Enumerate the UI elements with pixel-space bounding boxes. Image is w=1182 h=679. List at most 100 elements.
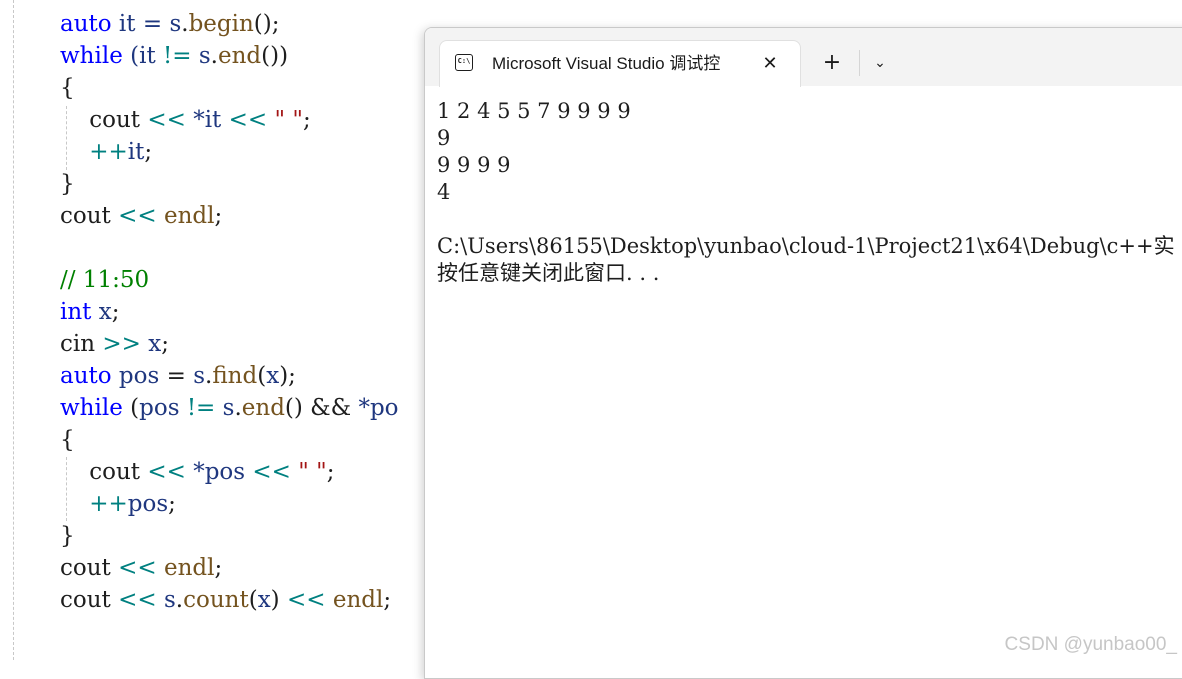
- code-token: cout: [60, 459, 148, 485]
- code-token: cin: [60, 331, 103, 357]
- code-token: (: [248, 587, 258, 613]
- code-token: <<: [252, 459, 291, 485]
- code-token: int: [60, 299, 92, 325]
- code-line: // 11:50: [60, 264, 149, 296]
- code-token: s: [156, 587, 176, 613]
- code-token: );: [279, 363, 296, 389]
- code-token: pos: [111, 363, 160, 389]
- chevron-down-icon[interactable]: ⌄: [865, 48, 895, 78]
- new-tab-button[interactable]: +: [817, 48, 847, 78]
- code-token: cout: [60, 203, 119, 229]
- code-line: cout << *it << " ";: [60, 104, 311, 136]
- code-line: cout << endl;: [60, 200, 222, 232]
- code-token: !=: [186, 395, 216, 421]
- code-line: cin >> x;: [60, 328, 169, 360]
- code-token: endl: [156, 555, 215, 581]
- code-token: ;: [302, 107, 311, 133]
- terminal-icon: C:\: [455, 54, 473, 71]
- code-token: <<: [228, 107, 268, 133]
- code-token: *po: [358, 395, 399, 421]
- code-token: s: [193, 363, 206, 389]
- code-line: }: [60, 520, 75, 552]
- console-line: 按任意键关闭此窗口. . .: [437, 261, 660, 285]
- code-token: endl: [156, 203, 215, 229]
- code-token: it =: [111, 11, 170, 37]
- code-token: x: [257, 587, 271, 613]
- console-line: 1 2 4 5 5 7 9 9 9 9: [437, 99, 631, 123]
- code-line: cout << endl;: [60, 552, 222, 584]
- code-token: auto: [60, 363, 112, 389]
- code-token: ;: [168, 491, 176, 517]
- code-token: <<: [118, 555, 157, 581]
- watermark: CSDN @yunbao00_: [1004, 634, 1177, 655]
- code-token: pos: [139, 395, 180, 421]
- code-token: pos: [127, 491, 169, 517]
- code-token: () &&: [284, 395, 359, 421]
- code-token: .: [181, 11, 189, 37]
- console-line: 4: [437, 180, 451, 204]
- code-token: x: [140, 331, 162, 357]
- code-token: (: [257, 363, 267, 389]
- code-token: " ": [274, 107, 303, 133]
- code-token: (it: [122, 43, 164, 69]
- code-line: while (pos != s.end() && *po: [60, 392, 399, 424]
- code-token: (: [122, 395, 140, 421]
- code-line: auto pos = s.find(x);: [60, 360, 296, 392]
- code-line: {: [60, 72, 75, 104]
- code-token: ;: [161, 331, 169, 357]
- code-token: *pos: [193, 459, 246, 485]
- code-token: s: [191, 43, 211, 69]
- close-tab-icon[interactable]: ✕: [758, 52, 782, 76]
- code-token: end: [241, 395, 285, 421]
- code-token: <<: [118, 587, 157, 613]
- code-token: ;: [383, 587, 392, 613]
- code-line: cout << *pos << " ";: [60, 456, 334, 488]
- code-token: }: [60, 171, 75, 197]
- console-line: 9: [437, 126, 451, 150]
- code-token: .: [210, 43, 218, 69]
- code-line: ++pos;: [60, 488, 176, 520]
- code-token: ;: [144, 139, 153, 165]
- code-token: }: [60, 523, 75, 549]
- code-token: " ": [298, 459, 327, 485]
- code-token: {: [60, 75, 75, 101]
- code-line: }: [60, 168, 75, 200]
- code-token: {: [60, 427, 75, 453]
- code-token: ();: [253, 11, 280, 37]
- code-token: ()): [261, 43, 289, 69]
- code-token: ): [270, 587, 287, 613]
- code-token: *it: [193, 107, 222, 133]
- console-line: C:\Users\86155\Desktop\yunbao\cloud-1\Pr…: [437, 234, 1175, 258]
- code-token: ++: [89, 491, 128, 517]
- code-token: find: [212, 363, 258, 389]
- code-token: =: [159, 363, 194, 389]
- code-token: auto: [60, 11, 112, 37]
- console-output: 1 2 4 5 5 7 9 9 9 9 9 9 9 9 9 4 C:\Users…: [437, 98, 1182, 658]
- code-token: s: [215, 395, 235, 421]
- code-line: ++it;: [60, 136, 152, 168]
- code-token: .: [175, 587, 184, 613]
- code-token: >>: [102, 331, 141, 357]
- code-token: while: [60, 395, 123, 421]
- code-token: count: [183, 587, 249, 613]
- console-tab[interactable]: C:\ Microsoft Visual Studio 调试控 ✕: [439, 40, 801, 87]
- code-token: ;: [326, 459, 335, 485]
- code-token: ++: [89, 139, 128, 165]
- code-token: ;: [111, 299, 120, 325]
- title-bar: C:\ Microsoft Visual Studio 调试控 ✕ + ⌄: [425, 28, 1182, 87]
- code-token: // 11:50: [60, 267, 150, 293]
- code-token: !=: [163, 43, 192, 69]
- code-token: end: [217, 43, 262, 69]
- code-token: cout: [60, 107, 148, 133]
- code-token: begin: [188, 11, 254, 37]
- code-token: while: [60, 43, 123, 69]
- code-token: s: [169, 11, 182, 37]
- debug-console-window[interactable]: C:\ Microsoft Visual Studio 调试控 ✕ + ⌄ 1 …: [424, 27, 1182, 679]
- code-token: <<: [147, 107, 186, 133]
- code-token: x: [266, 363, 280, 389]
- code-token: ;: [214, 203, 223, 229]
